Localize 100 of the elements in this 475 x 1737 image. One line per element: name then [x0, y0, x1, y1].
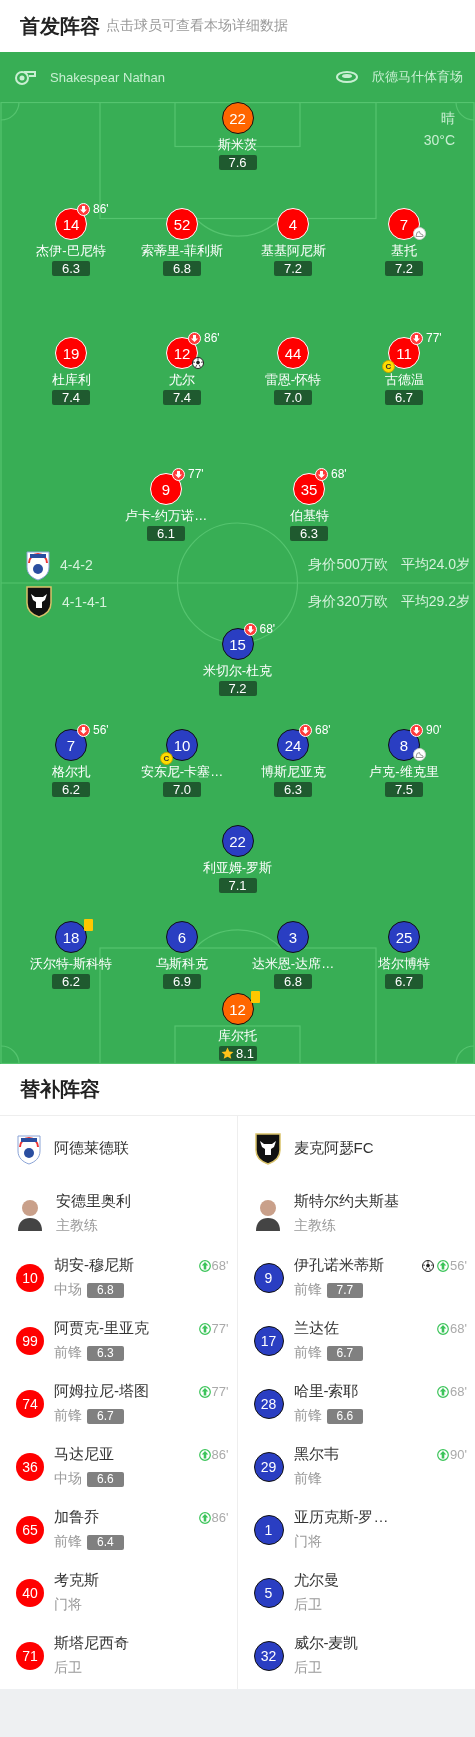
player-number-badge[interactable]: 29 [253, 1451, 284, 1482]
temperature-label: 30°C [423, 132, 455, 148]
player-number-badge[interactable]: 7 [388, 208, 420, 240]
substitution-on-icon [437, 1448, 450, 1461]
player-number-badge[interactable]: 17 [253, 1325, 284, 1356]
substitution-off-icon [315, 467, 328, 481]
player-position: 前锋 [293, 1281, 322, 1299]
player-rating: 7.7 [326, 1282, 364, 1298]
player-name: 沃尔特-斯科特 [29, 956, 113, 972]
player-name: 卢克-维克里 [369, 764, 439, 780]
player-number-badge[interactable]: 4 [277, 208, 309, 240]
substitution-on-icon [198, 1385, 211, 1398]
squad-value: 身价500万欧 [308, 555, 388, 574]
player-name: 阿贾克-里亚克 [54, 1319, 149, 1338]
player-number-badge[interactable]: 19 [55, 337, 87, 369]
player-name: 利亚姆-罗斯 [202, 860, 273, 876]
player-name: 米切尔-杜克 [202, 663, 273, 679]
player-number-badge[interactable]: 6 [166, 921, 198, 953]
player-position: 后卫 [54, 1659, 82, 1677]
player-number-badge[interactable]: 22 [221, 102, 254, 134]
player-number-badge[interactable]: 28 [253, 1388, 284, 1419]
substitution-minute: 90' [426, 723, 442, 737]
average-age: 平均29.2岁 [400, 592, 470, 611]
whistle-icon [14, 69, 36, 85]
substitution-minute: 77' [211, 1384, 229, 1399]
player-number-badge[interactable]: 52 [166, 208, 198, 240]
player-name: 杜库利 [51, 372, 91, 388]
player-position: 门将 [54, 1596, 82, 1614]
substitution-minute: 56' [93, 723, 109, 737]
section-hint: 点击球员可查看本场详细数据 [106, 17, 288, 35]
player-number-badge[interactable]: 18 [55, 921, 87, 953]
substitution-minute: 68' [259, 622, 276, 636]
player-number-badge[interactable]: 12 [221, 993, 254, 1025]
player-number-badge[interactable]: 65 [16, 1515, 44, 1544]
player-name: 基基阿尼斯 [260, 243, 326, 259]
player-number-badge[interactable]: 40 [16, 1578, 44, 1607]
substitution-off-icon [299, 723, 312, 737]
star-icon [220, 1047, 234, 1060]
substitution-minute: 56' [450, 1258, 467, 1273]
player-name: 古德温 [384, 372, 424, 388]
player-rating: 7.4 [52, 390, 90, 405]
player-rating: 6.7 [87, 1408, 124, 1424]
player-rating: 6.1 [147, 526, 185, 541]
player-number-badge[interactable]: 14 [55, 208, 87, 240]
player-position: 前锋 [54, 1407, 82, 1425]
substitution-minute: 77' [426, 331, 442, 345]
player-number-badge[interactable]: 7 [55, 729, 87, 761]
player-name: 乌斯科克 [156, 956, 208, 972]
average-age: 平均24.0岁 [400, 555, 470, 574]
section-title: 替补阵容 [20, 1077, 100, 1102]
player-position: 前锋 [54, 1344, 82, 1362]
player-number-badge[interactable]: 71 [16, 1641, 44, 1670]
substitution-minute: 86' [211, 1447, 229, 1462]
squad-value: 身价320万欧 [308, 592, 388, 611]
player-name: 马达尼亚 [54, 1445, 115, 1464]
player-position: 前锋 [54, 1533, 82, 1551]
player-number-badge[interactable]: 74 [16, 1389, 44, 1418]
player-number-badge[interactable]: 32 [253, 1640, 284, 1671]
stadium-name: 欣德马什体育场 [372, 68, 463, 86]
player-rating: 7.2 [274, 261, 312, 276]
player-number-badge[interactable]: 5 [253, 1577, 284, 1608]
player-number-badge[interactable]: 3 [277, 921, 309, 953]
substitution-minute: 77' [211, 1321, 229, 1336]
player-name: 尤尔 [169, 372, 195, 388]
player-rating: 7.5 [385, 782, 423, 797]
team-crest-icon [25, 548, 51, 581]
player-name: 哈里-索耶 [293, 1382, 360, 1401]
player-position: 后卫 [293, 1596, 322, 1614]
player-name: 达米恩-达席… [251, 956, 335, 972]
player-name: 塔尔博特 [378, 956, 430, 972]
player-rating: 6.6 [326, 1408, 364, 1424]
player-name: 胡安-穆尼斯 [54, 1256, 134, 1275]
substitution-on-icon [198, 1322, 211, 1335]
stadium-icon [336, 70, 358, 84]
player-number-badge[interactable]: 35 [293, 473, 325, 505]
player-number-badge[interactable]: 44 [277, 337, 309, 369]
player-name: 阿姆拉尼-塔图 [54, 1382, 149, 1401]
player-number-badge[interactable]: 15 [221, 628, 254, 660]
coach-name: 斯特尔约夫斯基 [293, 1192, 399, 1211]
player-number-badge[interactable]: 22 [221, 825, 254, 857]
player-rating: 6.8 [87, 1282, 124, 1298]
player-number-badge[interactable]: 36 [16, 1452, 44, 1481]
player-number-badge[interactable]: 99 [16, 1326, 44, 1355]
player-name: 尤尔曼 [293, 1571, 339, 1590]
captain-badge: C [382, 360, 395, 373]
team-crest-icon [253, 1131, 282, 1166]
player-rating: 6.7 [385, 974, 423, 989]
player-number-badge[interactable]: 9 [150, 473, 182, 505]
player-name: 格尔扎 [51, 764, 91, 780]
player-number-badge[interactable]: 25 [388, 921, 420, 953]
substitution-off-icon [77, 723, 90, 737]
player-rating: 7.0 [163, 782, 201, 797]
player-name: 索蒂里-菲利斯 [140, 243, 224, 259]
player-rating: 6.2 [52, 782, 90, 797]
player-rating: 6.8 [163, 261, 201, 276]
player-number-badge[interactable]: 9 [253, 1262, 284, 1293]
substitution-minute: 86' [93, 202, 109, 216]
player-number-badge[interactable]: 1 [253, 1514, 284, 1545]
player-number-badge[interactable]: 10 [16, 1263, 44, 1292]
player-number-badge[interactable]: 24 [277, 729, 309, 761]
